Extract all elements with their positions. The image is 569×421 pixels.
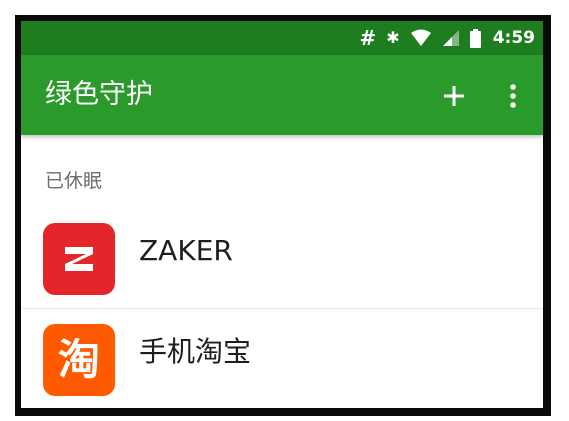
phone-screen: # ✱ 4:59 绿色守护 已休眠 ZAKER 淘 手机淘宝 <box>21 21 543 408</box>
app-title: 绿色守护 <box>45 79 153 110</box>
section-header-hibernated: 已休眠 <box>45 170 103 192</box>
taobao-icon-glyph: 淘 <box>58 335 100 384</box>
list-divider <box>21 308 543 309</box>
device-frame: # ✱ 4:59 绿色守护 已休眠 ZAKER 淘 手机淘宝 <box>15 15 551 416</box>
hash-icon: # <box>359 26 377 50</box>
battery-icon <box>469 28 481 48</box>
list-item-taobao[interactable]: 淘 手机淘宝 <box>21 316 543 408</box>
app-name-zaker: ZAKER <box>139 234 233 267</box>
cellular-signal-icon <box>442 30 459 46</box>
taobao-icon: 淘 <box>43 324 115 396</box>
app-name-taobao: 手机淘宝 <box>139 335 252 368</box>
zaker-logo-graphic <box>65 247 93 271</box>
list-item-zaker[interactable]: ZAKER <box>21 215 543 307</box>
bluetooth-icon: ✱ <box>386 28 400 47</box>
app-bar: 绿色守护 <box>21 55 543 135</box>
overflow-menu-button[interactable] <box>501 79 525 113</box>
status-icons: # ✱ 4:59 <box>360 21 535 55</box>
plus-icon <box>444 86 464 106</box>
wifi-icon <box>410 29 431 46</box>
more-vert-icon <box>510 84 516 108</box>
taobao-logo-graphic: 淘 <box>58 335 100 384</box>
status-time: 4:59 <box>492 27 535 48</box>
zaker-icon <box>43 223 115 295</box>
status-bar: # ✱ 4:59 <box>21 21 543 55</box>
add-button[interactable] <box>437 79 471 113</box>
